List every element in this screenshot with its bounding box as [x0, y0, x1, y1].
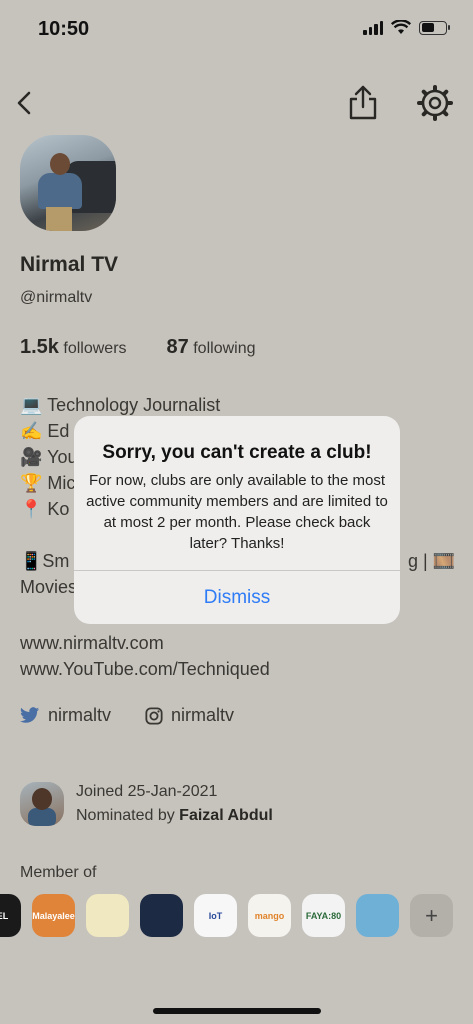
status-icons	[363, 20, 450, 35]
youtube-link[interactable]: www.YouTube.com/Techniqued	[20, 656, 270, 682]
club-icon[interactable]: FAYA:80	[302, 894, 345, 937]
status-bar: 10:50	[0, 0, 473, 60]
alert-title: Sorry, you can't create a club!	[102, 442, 372, 463]
wifi-icon	[391, 20, 411, 34]
home-indicator[interactable]	[153, 1008, 321, 1014]
profile-name: Nirmal TV	[20, 253, 119, 276]
profile-handle: @nirmaltv	[20, 289, 93, 306]
nominator-text: Joined 25-Jan-2021 Nominated by Faizal A…	[76, 780, 273, 828]
club-icon[interactable]: Malayalee	[32, 894, 75, 937]
followers-stat[interactable]: 1.5k followers	[20, 336, 127, 359]
nominator-section[interactable]: Joined 25-Jan-2021 Nominated by Faizal A…	[20, 780, 273, 828]
club-label: Malayalee	[32, 910, 75, 921]
profile-avatar[interactable]	[20, 135, 116, 231]
nominator-avatar[interactable]	[20, 782, 64, 826]
twitter-icon	[20, 707, 40, 723]
followers-label: followers	[63, 340, 127, 357]
battery-icon	[419, 20, 450, 35]
dismiss-button[interactable]: Dismiss	[74, 571, 400, 624]
member-clubs-list: XEL Malayalee IoT mango FAYA:80 +	[0, 894, 453, 937]
following-stat[interactable]: 87 following	[167, 336, 256, 359]
club-icon[interactable]: mango	[248, 894, 291, 937]
website-link[interactable]: www.nirmaltv.com	[20, 630, 270, 656]
instagram-link[interactable]: nirmaltv	[145, 705, 234, 726]
nominated-prefix: Nominated by	[76, 807, 180, 824]
club-icon[interactable]	[86, 894, 129, 937]
club-label: IoT	[208, 910, 223, 921]
profile-stats: 1.5k followers 87 following	[20, 336, 256, 359]
bio-line: 💻 Technology Journalist	[20, 395, 221, 415]
club-icon[interactable]: XEL	[0, 894, 21, 937]
profile-links: www.nirmaltv.com www.YouTube.com/Techniq…	[20, 630, 270, 682]
alert-dialog: Sorry, you can't create a club! For now,…	[74, 416, 400, 624]
signal-icon	[363, 20, 383, 35]
twitter-link[interactable]: nirmaltv	[20, 705, 111, 726]
twitter-handle: nirmaltv	[48, 705, 112, 725]
status-time: 10:50	[38, 18, 90, 40]
joined-date: Joined 25-Jan-2021	[76, 783, 218, 800]
nominated-by[interactable]: Faizal Abdul	[179, 807, 273, 824]
club-label: FAYA:80	[305, 910, 342, 921]
followers-count: 1.5k	[20, 336, 59, 358]
club-label: mango	[254, 910, 285, 921]
club-icon[interactable]: IoT	[194, 894, 237, 937]
following-count: 87	[166, 336, 189, 358]
club-icon[interactable]	[140, 894, 183, 937]
club-icon[interactable]	[356, 894, 399, 937]
share-icon[interactable]	[346, 84, 380, 122]
following-label: following	[193, 340, 256, 357]
club-label: XEL	[0, 910, 9, 921]
back-icon[interactable]	[10, 88, 40, 118]
member-of-title: Member of	[20, 864, 97, 881]
instagram-icon	[145, 706, 163, 725]
profile-screen: 10:50 Nirmal TV @nirmaltv 1.5k followers…	[0, 0, 473, 1024]
add-club-button[interactable]: +	[410, 894, 453, 937]
instagram-handle: nirmaltv	[171, 705, 235, 725]
bio-extra-right: g | 🎞️	[408, 551, 456, 571]
settings-icon[interactable]	[416, 84, 454, 122]
social-links: nirmaltv nirmaltv	[20, 705, 234, 726]
nominated-line: Nominated by Faizal Abdul	[76, 804, 273, 828]
alert-message: For now, clubs are only available to the…	[86, 472, 388, 552]
